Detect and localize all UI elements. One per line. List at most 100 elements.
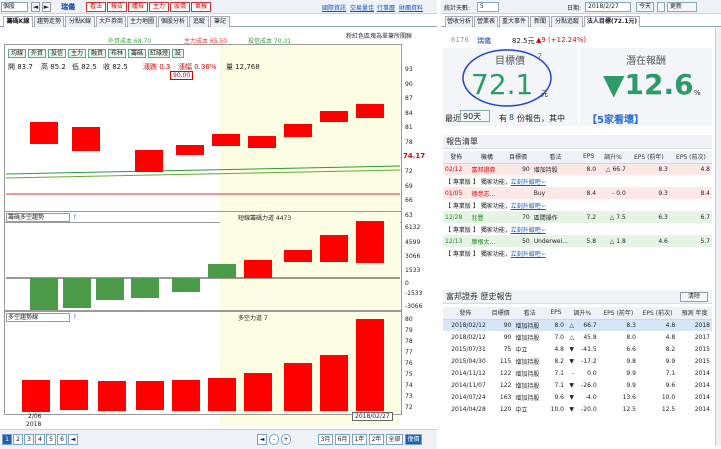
cell: 2014/04/28 <box>451 405 486 413</box>
cell: 90 <box>503 321 512 329</box>
promo-row: 【 專業版 】 獨家功能，立刻升級吧~ <box>443 199 712 211</box>
history-body: 2018/02/12 90 增加持股 8.0 △ 66.7 8.3 4.8 2018 2018/0… <box>443 319 712 415</box>
table-row[interactable]: 12/28 兆豐 70 區間操作 7.2 △ 7.5 6.3 6.7 <box>443 211 712 223</box>
range-1y[interactable]: 1年 <box>352 434 367 445</box>
cell: 1.8 <box>616 237 626 245</box>
market-select[interactable]: 個股 <box>1 2 28 12</box>
tab-stock-analysis[interactable]: 個股分析 <box>158 16 188 27</box>
promo-text: 【 專業版 】 獨家功能， <box>445 226 511 234</box>
cell: 10.0 <box>550 405 564 413</box>
page-4[interactable]: 4 <box>35 434 45 445</box>
scroll-left-icon[interactable]: ◄ <box>257 434 267 445</box>
trend-bar <box>136 381 164 410</box>
upgrade-link[interactable]: 立刻升級吧~ <box>511 203 546 210</box>
tab-events[interactable]: 重大事件 <box>499 16 529 27</box>
report-table: 發佈 機構 目標價 看法 EPS 調升% EPS (前年) EPS (前次) 0… <box>443 151 712 259</box>
tab-news[interactable]: 新聞 <box>530 16 550 27</box>
alert-button[interactable]: 氣報 <box>191 2 211 12</box>
cell: 2018/02/12 <box>451 321 486 329</box>
view-button[interactable]: 看法 <box>86 2 106 12</box>
restore-price-button[interactable]: 復價 <box>405 434 422 445</box>
cell: △ <box>569 321 574 329</box>
table-row[interactable]: 02/12 富邦證券 90 增加持股 8.0 △ 66.7 8.3 4.8 <box>443 163 712 175</box>
link-calendar[interactable]: 行事曆 <box>377 3 395 12</box>
tab-financial[interactable]: 營業表 <box>474 16 498 27</box>
history-row[interactable]: 2015/07/31 75 中立 4.8 ▼ -41.5 6.6 8.2 2015 <box>443 343 712 355</box>
cell: ▼ <box>569 345 574 353</box>
cell: 9.9 <box>626 369 636 377</box>
col-chg: 調升% <box>598 151 628 164</box>
history-row[interactable]: 2014/07/24 163 增加持股 9.6 ▼ -4.0 13.6 10.0 2014 <box>443 391 712 403</box>
tab-big-broker[interactable]: 大戶券商 <box>96 16 126 27</box>
cell: 12/28 <box>445 213 463 221</box>
range-2y[interactable]: 2年 <box>369 434 384 445</box>
range-6m[interactable]: 6月 <box>335 434 350 445</box>
tab-track[interactable]: 追蹤 <box>189 16 209 27</box>
zoom-out-icon[interactable]: - <box>269 434 279 445</box>
page-6[interactable]: 6 <box>57 434 67 445</box>
report-list-header: 報告清單 <box>443 135 712 149</box>
table-row[interactable]: 01/05 德意志... Buy 8.4 - 0.0 9.3 8.4 <box>443 187 712 199</box>
cell: 8.3 <box>626 321 636 329</box>
settings-icon[interactable] <box>657 2 665 12</box>
tab-revenue[interactable]: 營收分析 <box>445 16 473 27</box>
tab-main-map[interactable]: 主力地圖 <box>127 16 157 27</box>
trend-bar <box>320 355 348 411</box>
link-volume[interactable]: 交易量佳 <box>350 3 374 12</box>
link-international[interactable]: 國際資訊 <box>322 3 346 12</box>
upgrade-link[interactable]: 立刻升級吧~ <box>511 251 546 258</box>
range-all[interactable]: 全部 <box>386 434 403 445</box>
upgrade-link[interactable]: 立刻升級吧~ <box>511 179 546 186</box>
range-3m[interactable]: 3月 <box>318 434 333 445</box>
history-row[interactable]: 2014/11/12 122 增加持股 7.1-0.0 9.9 7.1 2014 <box>443 367 712 379</box>
history-row[interactable]: 2018/02/12 90 增加持股 8.0 △ 66.7 8.3 4.8 2018 <box>443 319 712 331</box>
page-2[interactable]: 2 <box>13 434 23 445</box>
tab-trend[interactable]: 趨勢走勢 <box>34 16 64 27</box>
today-button[interactable]: 今天 <box>636 2 654 12</box>
date-year: 2018 <box>26 421 42 428</box>
next-stock-button[interactable]: ► <box>42 2 51 12</box>
tab-institutional-target[interactable]: 法人目標(72.1元) <box>584 16 640 27</box>
cell: 9.6 <box>554 393 564 401</box>
date-input[interactable]: 2018/2/27 <box>585 2 631 12</box>
clear-button[interactable]: 清除 <box>680 292 708 302</box>
tab-branch-kline[interactable]: 分點K線 <box>65 16 95 27</box>
cell: 2015 <box>694 357 710 365</box>
tab-notes[interactable]: 筆記 <box>210 16 230 27</box>
right-scrollbar[interactable] <box>715 28 721 446</box>
cell: 7.0 <box>554 333 564 341</box>
history-row[interactable]: 2014/11/07 122 增加持股 7.1 ▼ -26.0 9.9 9.6 2014 <box>443 379 712 391</box>
period-select[interactable]: 90天 <box>460 110 490 122</box>
cell: ▼ <box>569 381 574 389</box>
cursor-date-label: 2018/02/27 <box>352 412 393 421</box>
cell: Buy <box>533 189 546 197</box>
checkup-button[interactable]: 體檢 <box>128 2 148 12</box>
history-row[interactable]: 2014/04/28 120 中立 10.0 ▼ -20.0 12.5 12.5 2014 <box>443 403 712 415</box>
refresh-button[interactable]: 更新 <box>667 2 697 12</box>
cell: 0.0 <box>587 369 597 377</box>
page-prev-icon[interactable]: ◄ <box>68 434 78 445</box>
cell: 90 <box>522 165 530 173</box>
page-1[interactable]: 1 <box>2 434 12 445</box>
history-row[interactable]: 2018/02/12 90 增加持股 7.0 △ 45.8 8.0 4.8 2017 <box>443 331 712 343</box>
prev-stock-button[interactable]: ◄ <box>31 2 40 12</box>
col-target: 目標價 <box>504 151 532 164</box>
price-button[interactable]: 股價 <box>170 2 190 12</box>
tab-chip-kline[interactable]: 籌碼K線 <box>3 16 33 27</box>
main-force-button[interactable]: 主力 <box>149 2 169 12</box>
cell: 增加持股 <box>515 394 540 402</box>
page-3[interactable]: 3 <box>24 434 34 445</box>
page-5[interactable]: 5 <box>46 434 56 445</box>
upgrade-link[interactable]: 立刻升級吧~ <box>511 227 546 234</box>
stat-days-select[interactable]: 5 <box>477 2 499 12</box>
history-row[interactable]: 2015/04/30 115 增加持股 8.2 ▼ -17.2 9.8 9.9 2015 <box>443 355 712 367</box>
zoom-in-icon[interactable]: + <box>281 434 291 445</box>
cell: 6.6 <box>626 345 636 353</box>
cell: 兆豐 <box>471 214 484 222</box>
tab-branch-track[interactable]: 分點追蹤 <box>551 16 583 27</box>
report-button[interactable]: 報告 <box>107 2 127 12</box>
col-eps: EPS <box>579 151 599 164</box>
link-consortium[interactable]: 財團資料 <box>399 3 423 12</box>
cell: 增加持股 <box>515 358 540 366</box>
table-row[interactable]: 12/13 摩根大... 50 Underwei... 5.8 △ 1.8 4.… <box>443 235 712 247</box>
